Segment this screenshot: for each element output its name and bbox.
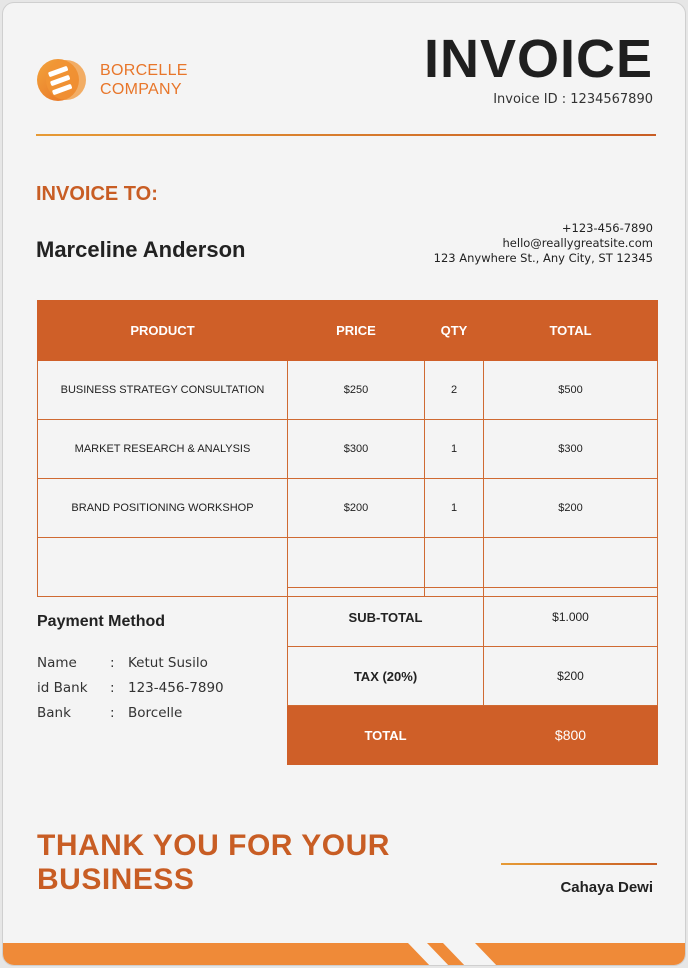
table-header-row: PRODUCT PRICE QTY TOTAL — [37, 300, 658, 361]
stacked-bars-logo-icon — [37, 59, 86, 101]
cell-total: $300 — [483, 419, 658, 479]
invoice-page: BORCELLE COMPANY INVOICE Invoice ID : 12… — [2, 2, 686, 966]
payment-row: Bank : Borcelle — [37, 701, 224, 726]
tax-label: TAX (20%) — [287, 646, 484, 706]
client-address: 123 Anywhere St., Any City, ST 12345 — [433, 251, 653, 265]
cell-product: MARKET RESEARCH & ANALYSIS — [37, 419, 288, 479]
subtotal-value: $1.000 — [483, 587, 658, 647]
brand-name-line2: COMPANY — [100, 81, 182, 98]
cell-total: $200 — [483, 478, 658, 538]
line-items-table: PRODUCT PRICE QTY TOTAL BUSINESS STRATEG… — [37, 300, 658, 597]
payment-row: id Bank : 123-456-7890 — [37, 676, 224, 701]
payment-key: Bank — [37, 705, 71, 721]
grand-total-row: TOTAL $800 — [287, 705, 658, 765]
brand-name: BORCELLE COMPANY — [100, 61, 188, 99]
client-email: hello@reallygreatsite.com — [502, 236, 653, 250]
client-contact: +123-456-7890 hello@reallygreatsite.com … — [434, 221, 653, 266]
table-row: MARKET RESEARCH & ANALYSIS $300 1 $300 — [37, 419, 658, 479]
header-divider — [36, 134, 656, 136]
document-title: INVOICE — [423, 29, 653, 89]
cell-price: $300 — [287, 419, 425, 479]
payment-key: id Bank — [37, 680, 88, 696]
grand-total-label: TOTAL — [287, 705, 484, 765]
payment-row: Name : Ketut Susilo — [37, 651, 224, 676]
tax-value: $200 — [483, 646, 658, 706]
payment-separator: : — [110, 705, 115, 721]
footer-decorative-band — [3, 943, 685, 965]
cell-product: BRAND POSITIONING WORKSHOP — [37, 478, 288, 538]
thank-you-message: THANK YOU FOR YOUR BUSINESS — [37, 829, 390, 897]
table-row: BUSINESS STRATEGY CONSULTATION $250 2 $5… — [37, 360, 658, 420]
subtotal-label: SUB-TOTAL — [287, 587, 484, 647]
signatory-name: Cahaya Dewi — [560, 879, 653, 896]
cell-price: $250 — [287, 360, 425, 420]
cell-product — [37, 537, 288, 597]
column-header-qty: QTY — [424, 300, 484, 361]
thank-you-line2: BUSINESS — [37, 863, 195, 896]
brand-logo: BORCELLE COMPANY — [36, 55, 188, 105]
grand-total-value: $800 — [483, 705, 658, 765]
column-header-total: TOTAL — [483, 300, 658, 361]
payment-separator: : — [110, 655, 115, 671]
payment-key: Name — [37, 655, 77, 671]
invoice-id: Invoice ID : 1234567890 — [493, 92, 653, 107]
payment-method-title: Payment Method — [37, 613, 166, 630]
payment-value: Ketut Susilo — [128, 655, 208, 671]
brand-name-line1: BORCELLE — [100, 62, 188, 79]
cell-qty: 1 — [424, 478, 484, 538]
signature-line — [501, 863, 657, 865]
payment-value: Borcelle — [128, 705, 183, 721]
invoice-to-label: INVOICE TO: — [36, 183, 158, 205]
thank-you-line1: THANK YOU FOR YOUR — [37, 829, 390, 862]
cell-total: $500 — [483, 360, 658, 420]
cell-product: BUSINESS STRATEGY CONSULTATION — [37, 360, 288, 420]
cell-price: $200 — [287, 478, 425, 538]
totals-table: SUB-TOTAL $1.000 TAX (20%) $200 TOTAL $8… — [287, 587, 658, 765]
client-name: Marceline Anderson — [36, 237, 246, 262]
payment-separator: : — [110, 680, 115, 696]
client-phone: +123-456-7890 — [561, 221, 653, 235]
column-header-product: PRODUCT — [37, 300, 288, 361]
cell-qty: 1 — [424, 419, 484, 479]
payment-details: Name : Ketut Susilo id Bank : 123-456-78… — [37, 651, 224, 726]
table-row: BRAND POSITIONING WORKSHOP $200 1 $200 — [37, 478, 658, 538]
cell-qty: 2 — [424, 360, 484, 420]
tax-row: TAX (20%) $200 — [287, 646, 658, 706]
subtotal-row: SUB-TOTAL $1.000 — [287, 587, 658, 647]
payment-value: 123-456-7890 — [128, 680, 224, 696]
column-header-price: PRICE — [287, 300, 425, 361]
